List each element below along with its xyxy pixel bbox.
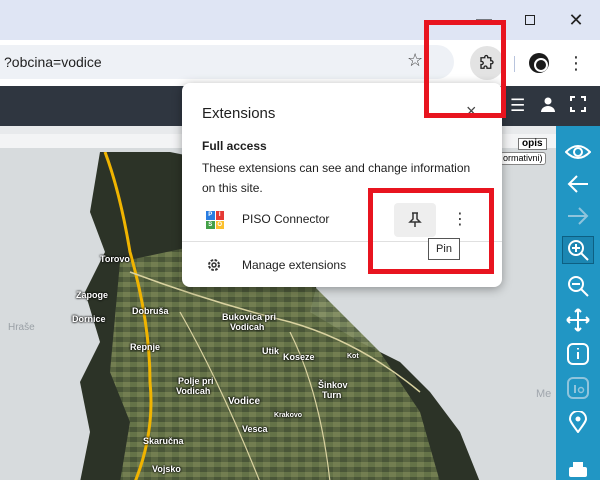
arrow-right-icon <box>568 207 589 225</box>
map-label: Krakovo <box>274 412 303 419</box>
map-label: Utik <box>262 346 280 356</box>
url-text[interactable]: ?obcina=vodice <box>4 54 102 70</box>
address-bar[interactable]: ?obcina=vodice ☆ <box>0 45 454 79</box>
map-label: Kot <box>347 353 359 360</box>
extension-name[interactable]: PISO Connector <box>242 212 329 226</box>
map-tools-sidebar <box>556 126 600 480</box>
map-label: Vodicah <box>230 322 265 332</box>
map-label: Hraše <box>8 322 35 333</box>
move-arrows-icon <box>566 308 590 332</box>
map-label: Polje pri <box>178 376 214 386</box>
map-label: Šinkov <box>318 380 348 390</box>
map-label: Koseze <box>283 352 315 362</box>
user-icon[interactable] <box>540 96 556 117</box>
informativni-label: ormativni) <box>500 152 546 165</box>
browser-menu-icon[interactable]: ⋮ <box>567 50 585 76</box>
zoom-out-button[interactable] <box>562 272 594 300</box>
map-label: Torovo <box>100 254 130 264</box>
manage-extensions-label[interactable]: Manage extensions <box>242 258 346 272</box>
map-label: Repnje <box>130 342 161 352</box>
map-label: Turn <box>322 390 342 400</box>
map-label: Vojsko <box>152 464 181 474</box>
browser-titlebar: — ✕ <box>0 0 600 40</box>
map-label: Vodicah <box>176 386 211 396</box>
info-g-icon <box>567 377 589 399</box>
zoom-out-icon <box>568 276 589 297</box>
printer-icon <box>569 462 587 477</box>
back-tool-button[interactable] <box>562 170 594 198</box>
annotation-box-extensions-button <box>424 20 506 118</box>
location-pin-icon <box>569 411 587 433</box>
forward-tool-button[interactable] <box>562 202 594 230</box>
piso-logo-icon: P I S O <box>206 211 224 229</box>
info-g-button[interactable] <box>562 374 594 402</box>
info-button[interactable] <box>562 340 594 368</box>
map-label: Dobruša <box>132 306 169 316</box>
maximize-icon <box>525 14 535 25</box>
full-access-heading: Full access <box>202 139 267 153</box>
gear-icon <box>208 259 220 271</box>
arrow-left-icon <box>567 175 588 193</box>
menu-icon[interactable]: ☰ <box>510 96 525 116</box>
toolbar-divider <box>514 56 515 72</box>
browser-toolbar: ?obcina=vodice ☆ ⋮ <box>0 40 600 86</box>
map-label: Zapoge <box>76 290 109 300</box>
pan-button[interactable] <box>562 306 594 334</box>
popup-title: Extensions <box>202 105 276 122</box>
close-window-button[interactable]: ✕ <box>562 8 590 32</box>
location-button[interactable] <box>562 408 594 436</box>
map-label: Vesca <box>242 424 268 434</box>
fullscreen-icon[interactable] <box>570 96 586 117</box>
map-label: Me <box>536 388 552 400</box>
zoom-in-button[interactable] <box>562 236 594 264</box>
eye-tool-button[interactable] <box>562 138 594 166</box>
info-icon <box>567 343 589 365</box>
map-label: Vodice <box>228 396 261 407</box>
profile-avatar[interactable] <box>529 53 549 73</box>
bookmark-star-icon[interactable]: ☆ <box>407 50 423 71</box>
map-label: Skaručna <box>143 436 184 446</box>
map-label: Bukovica pri <box>222 312 277 322</box>
annotation-box-pin-button <box>368 188 494 274</box>
opis-label[interactable]: opis <box>518 138 547 150</box>
eye-icon <box>565 145 591 159</box>
map-label: Dornice <box>72 314 106 324</box>
zoom-in-icon <box>568 240 589 261</box>
maximize-button[interactable] <box>516 8 544 32</box>
print-button[interactable] <box>562 456 594 480</box>
